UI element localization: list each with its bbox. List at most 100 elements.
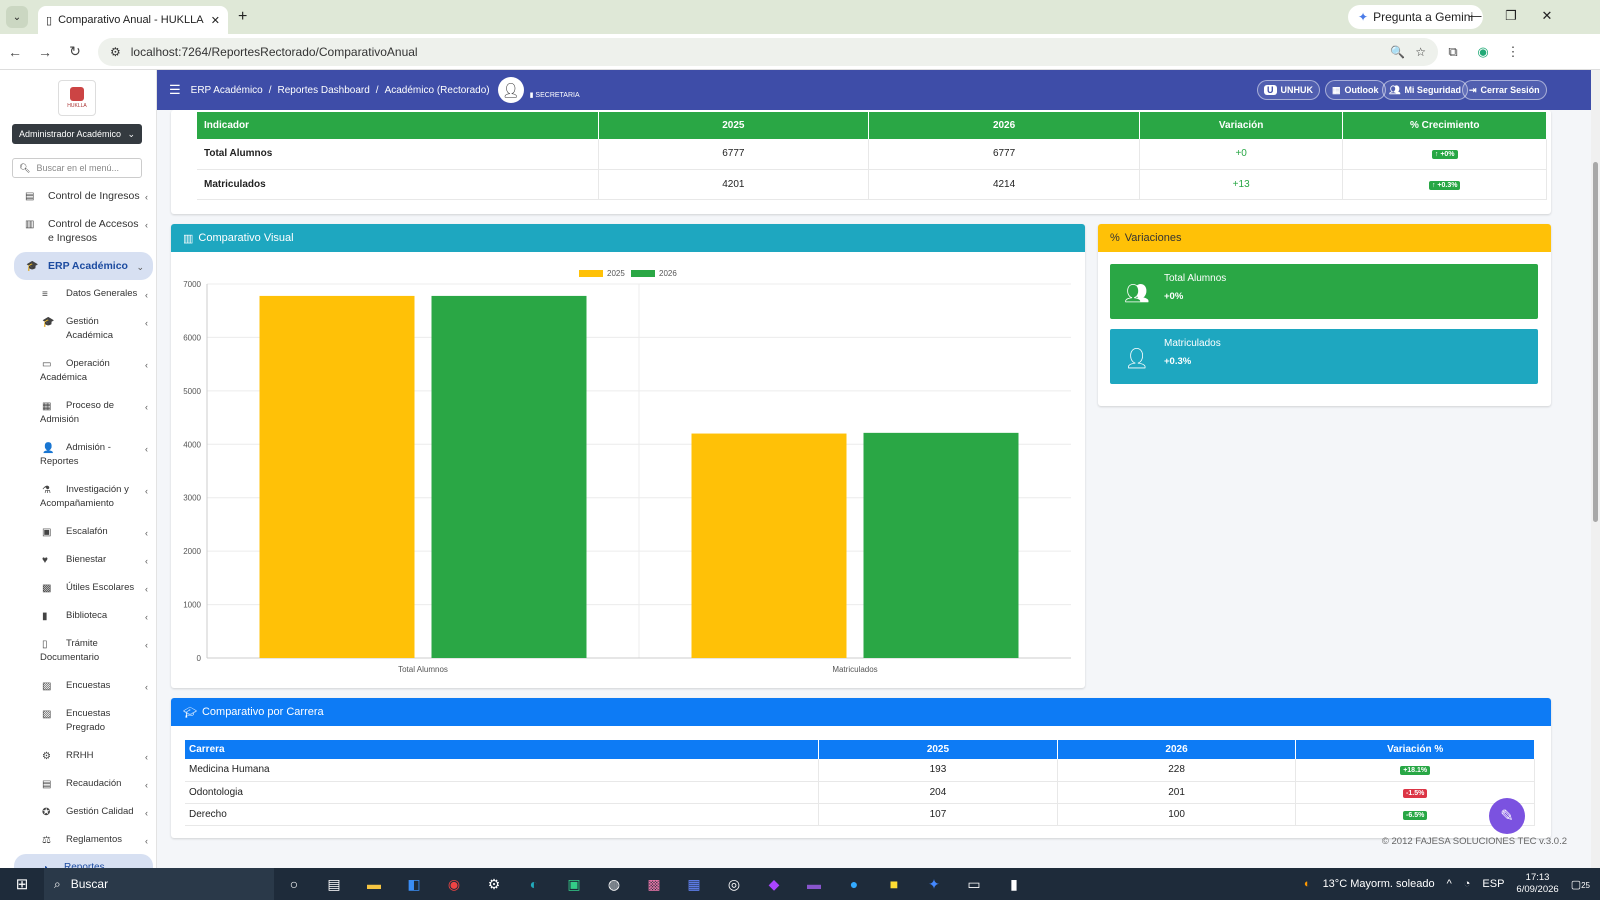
bar-2026[interactable] xyxy=(431,295,587,658)
sidebar-item-control-de-accesos-e-ingresos[interactable]: ▥ Control de Accesos e Ingresos ‹ xyxy=(0,210,156,252)
profile-icon[interactable]: ◉ xyxy=(1468,44,1498,60)
chrome-icon[interactable]: ◉ xyxy=(434,876,474,893)
clock[interactable]: 17:13 6/09/2026 xyxy=(1516,872,1558,896)
terminal-icon[interactable]: ▮ xyxy=(994,876,1034,893)
huklla-logo[interactable]: HUKLLA xyxy=(58,80,96,116)
scrollbar-thumb[interactable] xyxy=(1593,162,1598,522)
widgets-icon[interactable]: ▤ xyxy=(314,876,354,893)
hamburger-menu-icon[interactable]: ☰ xyxy=(169,82,181,98)
minimize-icon[interactable]: — xyxy=(1460,8,1490,23)
cerrar-sesion-button[interactable]: ⇥ Cerrar Sesión xyxy=(1462,80,1547,100)
network-icon[interactable]: ◔ xyxy=(1464,878,1471,890)
footer-copyright: © 2012 FAJESA SOLUCIONES TEC v.3.0.2 xyxy=(1381,836,1567,847)
app-icon[interactable]: ▬ xyxy=(794,876,834,892)
unhuk-button[interactable]: U UNHUK xyxy=(1257,80,1320,100)
magic-assistant-icon[interactable]: ✎ xyxy=(1489,798,1525,834)
app-icon[interactable]: ● xyxy=(834,876,874,892)
seguridad-label: Mi Seguridad xyxy=(1404,85,1461,95)
sidebar-item-reglamentos[interactable]: ⚖ Reglamentos ‹ xyxy=(0,826,156,854)
legend-label[interactable]: 2025 xyxy=(607,269,625,278)
variation-label: Total Alumnos xyxy=(1164,273,1227,284)
tray-chevron-icon[interactable]: ^ xyxy=(1447,878,1452,890)
sidebar-item-encuestas-pregrado[interactable]: ▨ Encuestas Pregrado xyxy=(0,700,156,742)
sidebar-item--tiles-escolares[interactable]: ▩ Útiles Escolares ‹ xyxy=(0,574,156,602)
app-icon[interactable]: ◧ xyxy=(394,876,434,893)
site-info-icon[interactable]: ⚙ xyxy=(110,45,121,59)
forward-icon[interactable]: → xyxy=(30,44,60,60)
sidebar-item-proceso-de[interactable]: ▦ Proceso de Admisión ‹ xyxy=(0,392,156,434)
sidebar-item-datos-generales[interactable]: ≡ Datos Generales ‹ xyxy=(0,280,156,308)
user-avatar-icon[interactable]: 👤︎ xyxy=(497,77,524,103)
browser-tab[interactable]: ▯ Comparativo Anual - HUKLLA E ✕ xyxy=(38,6,228,34)
page-scrollbar[interactable] xyxy=(1591,70,1600,868)
bar-2026[interactable] xyxy=(863,432,1019,658)
sidebar-item-rrhh[interactable]: ⚙ RRHH ‹ xyxy=(0,742,156,770)
back-icon[interactable]: ← xyxy=(0,44,30,60)
sidebar-item-encuestas[interactable]: ▨ Encuestas ‹ xyxy=(0,672,156,700)
variation-label: Matriculados xyxy=(1164,338,1221,349)
sidebar-item-gesti-n-calidad[interactable]: ✪ Gestión Calidad ‹ xyxy=(0,798,156,826)
reload-icon[interactable]: ↻ xyxy=(60,43,90,60)
edge-icon[interactable]: ◐ xyxy=(514,876,554,892)
role-selector[interactable]: Administrador Académico ⌄ xyxy=(12,124,142,144)
user-check-icon: 👤︎ xyxy=(1124,348,1150,370)
extensions-icon[interactable]: ⧉ xyxy=(1438,44,1468,60)
bookmark-star-icon[interactable]: ☆ xyxy=(1415,45,1426,59)
legend-swatch[interactable] xyxy=(579,270,603,277)
tab-search-chevron-icon[interactable]: ⌄ xyxy=(6,6,28,28)
legend-label[interactable]: 2026 xyxy=(659,269,677,278)
weather-icon[interactable]: ◐ xyxy=(1304,878,1311,890)
sidebar-item-operaci-n[interactable]: ▭ Operación Académica ‹ xyxy=(0,350,156,392)
app-icon[interactable]: ⚙ xyxy=(474,876,514,893)
app-icon[interactable]: ✦ xyxy=(914,876,954,893)
app-icon[interactable]: ▩ xyxy=(634,876,674,893)
sidebar-item-gesti-n-acad-mica[interactable]: 🎓 Gestión Académica ‹ xyxy=(0,308,156,350)
sidebar-item-control-de-ingresos[interactable]: ▤ Control de Ingresos ‹ xyxy=(0,182,156,210)
sidebar-item-escalaf-n[interactable]: ▣ Escalafón ‹ xyxy=(0,518,156,546)
restore-icon[interactable]: ❐ xyxy=(1496,8,1526,24)
language-indicator[interactable]: ESP xyxy=(1482,878,1504,890)
close-window-icon[interactable]: ✕ xyxy=(1532,8,1562,24)
app-icon[interactable]: ◍ xyxy=(594,876,634,893)
sidebar-item-bienestar[interactable]: ♥ Bienestar ‹ xyxy=(0,546,156,574)
bar-2025[interactable] xyxy=(691,433,847,658)
taskbar-search[interactable]: ⌕ Buscar xyxy=(44,868,274,900)
breadcrumb-erp[interactable]: ERP Académico xyxy=(191,85,263,96)
sidebar-item-admisi-n-[interactable]: 👤 Admisión - Reportes ‹ xyxy=(0,434,156,476)
breadcrumb-separator: / xyxy=(375,84,379,96)
mi-seguridad-button[interactable]: 👥︎ Mi Seguridad xyxy=(1382,80,1468,100)
sidebar-item-reportes[interactable]: ◕ReportesDashboard⌄ xyxy=(14,854,153,868)
app-icon[interactable]: ▣ xyxy=(554,876,594,893)
new-tab-icon[interactable]: + xyxy=(238,8,247,26)
y-tick-label: 7000 xyxy=(183,280,201,289)
award-icon: ✪ xyxy=(42,807,51,818)
task-view-icon[interactable]: ○ xyxy=(274,876,314,892)
bar-2025[interactable] xyxy=(259,295,415,658)
notification-icon[interactable]: ▢25 xyxy=(1571,878,1590,891)
graduation-cap-icon: 🎓 xyxy=(42,317,55,328)
breadcrumb-reportes[interactable]: Reportes Dashboard xyxy=(278,85,370,96)
x-tick-label: Matriculados xyxy=(832,665,877,674)
close-tab-icon[interactable]: ✕ xyxy=(211,14,220,27)
app-icon[interactable]: ◎ xyxy=(714,876,754,893)
menu-search-input[interactable]: 🔍︎ Buscar en el menú... xyxy=(12,158,142,178)
visual-studio-icon[interactable]: ◆ xyxy=(754,876,794,893)
zoom-icon[interactable]: 🔍 xyxy=(1390,45,1405,59)
sidebar-item-investigaci-n-y[interactable]: ⚗ Investigación y Acompañamiento ‹ xyxy=(0,476,156,518)
sidebar-item-label: Reportes xyxy=(40,456,79,467)
windows-start-icon[interactable]: ⊞ xyxy=(0,875,44,893)
outlook-button[interactable]: ▦ Outlook xyxy=(1325,80,1386,100)
browser-menu-icon[interactable]: ⋮ xyxy=(1498,44,1528,60)
legend-swatch[interactable] xyxy=(631,270,655,277)
sidebar-item-tr-mite[interactable]: ▯ Trámite Documentario ‹ xyxy=(0,630,156,672)
sidebar-item-recaudaci-n[interactable]: ▤ Recaudación ‹ xyxy=(0,770,156,798)
weather-text[interactable]: 13°C Mayorm. soleado xyxy=(1323,878,1435,890)
url-field[interactable]: ⚙ localhost:7264/ReportesRectorado/Compa… xyxy=(98,37,1438,66)
sidebar-item-biblioteca[interactable]: ▮ Biblioteca ‹ xyxy=(0,602,156,630)
app-icon[interactable]: ▭ xyxy=(954,876,994,893)
sticky-notes-icon[interactable]: ■ xyxy=(874,876,914,892)
chevron-left-icon: ‹ xyxy=(145,612,148,622)
sidebar-item-erp-acad-mico[interactable]: 🎓 ERP Académico ⌄ xyxy=(14,252,153,280)
file-explorer-icon[interactable]: ▬ xyxy=(354,876,394,892)
app-icon[interactable]: ▦ xyxy=(674,876,714,893)
